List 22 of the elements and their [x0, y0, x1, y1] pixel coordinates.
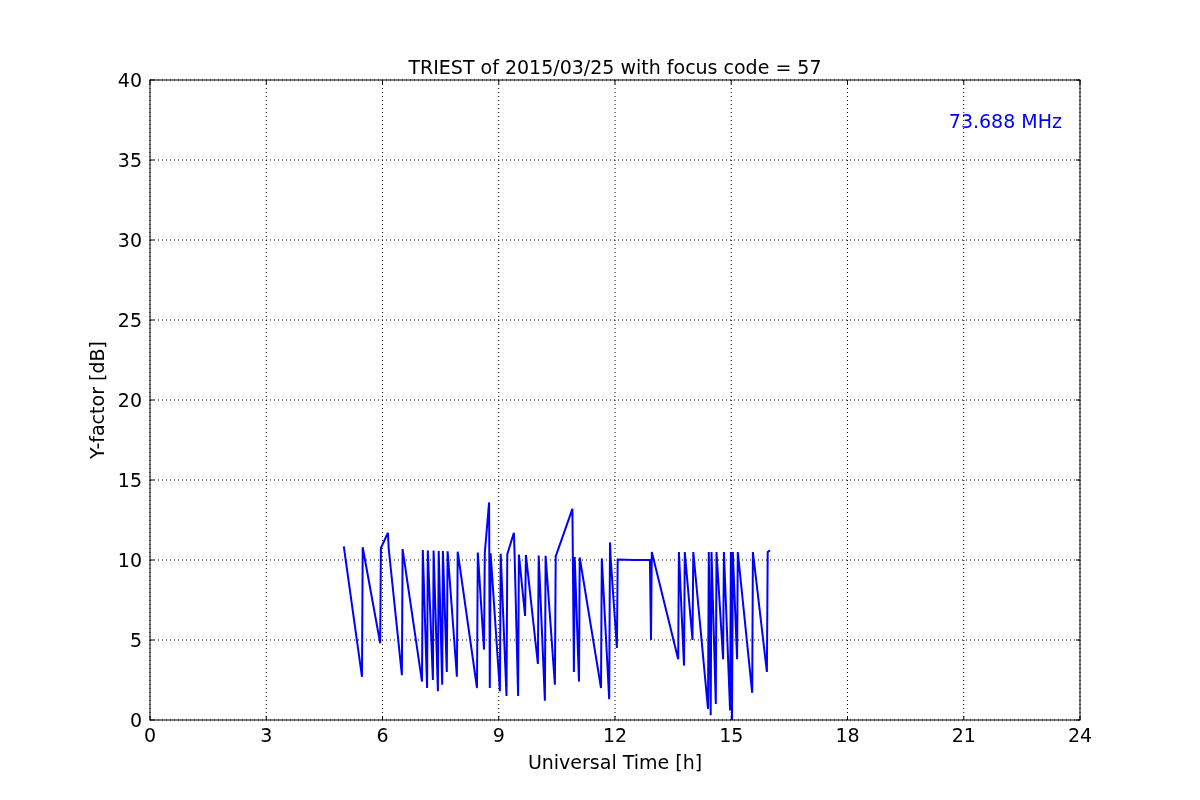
series-label: 73.688 MHz — [948, 110, 1062, 132]
y-tick-label: 30 — [117, 229, 142, 251]
y-tick-label: 15 — [117, 469, 142, 491]
x-tick-label: 12 — [602, 724, 628, 746]
x-tick-label: 15 — [719, 724, 744, 746]
chart-title: TRIEST of 2015/03/25 with focus code = 57 — [408, 56, 822, 78]
y-axis-label: Y-factor [dB] — [86, 341, 108, 459]
x-tick-label: 0 — [143, 724, 157, 746]
y-tick-label: 20 — [117, 389, 142, 411]
x-tick-label: 24 — [1067, 724, 1093, 746]
x-axis-label: Universal Time [h] — [527, 751, 703, 773]
x-tick-label: 21 — [951, 724, 976, 746]
x-tick-label: 9 — [492, 724, 505, 746]
x-tick-label: 18 — [835, 724, 860, 746]
y-tick-label: 5 — [129, 629, 142, 651]
y-tick-label: 0 — [129, 709, 142, 731]
x-tick-label: 3 — [260, 724, 273, 746]
y-tick-label: 25 — [117, 309, 142, 331]
x-tick-label: 6 — [376, 724, 389, 746]
y-tick-label: 35 — [117, 149, 142, 171]
y-tick-label: 40 — [117, 69, 142, 91]
y-tick-label: 10 — [117, 549, 142, 571]
